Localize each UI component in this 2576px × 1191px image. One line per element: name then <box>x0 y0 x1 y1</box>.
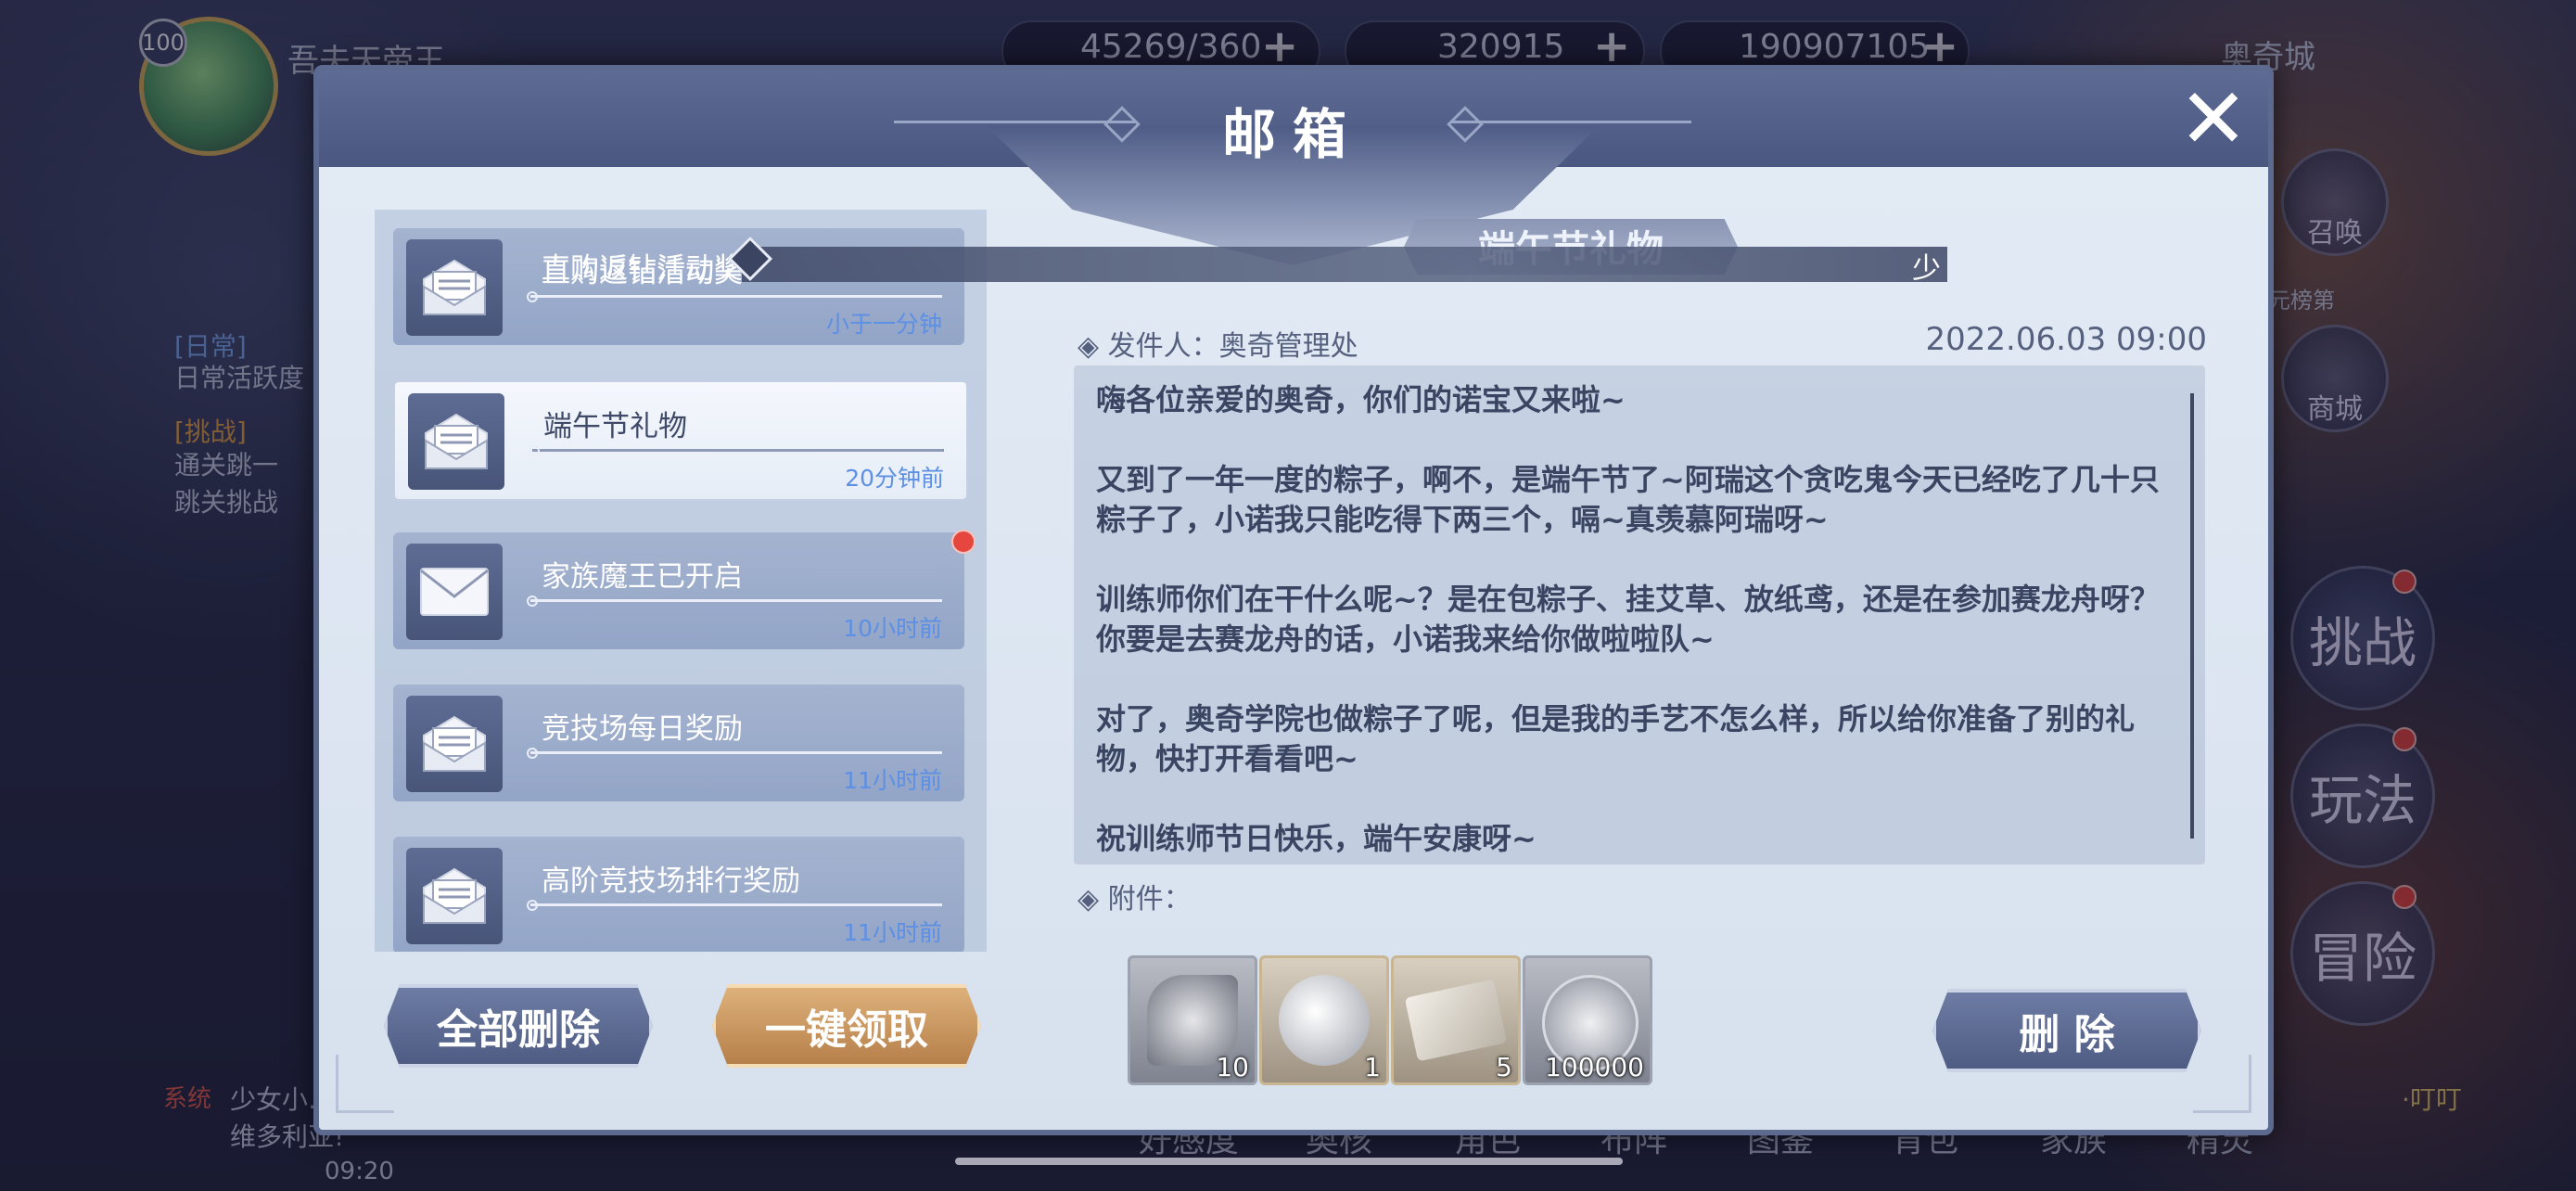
mail-divider <box>527 900 942 911</box>
mail-body-scrollbar[interactable] <box>2190 393 2194 839</box>
closed-envelope-icon <box>406 544 503 640</box>
ticket-icon <box>1404 979 1508 1062</box>
mail-title: 竞技场每日奖励 <box>542 712 743 746</box>
mail-title: 家族魔王已开启 <box>542 560 743 594</box>
mailbox-dialog: 邮箱 ✕ 直购返钻活动奖 小于一分钟 端午节礼物 20分钟前 家族魔王已开启 1… <box>313 65 2274 1135</box>
close-icon: ✕ <box>2178 70 2249 168</box>
open-envelope-icon <box>406 696 503 792</box>
mail-time: 11小时前 <box>843 919 942 946</box>
mail-divider <box>527 291 942 302</box>
mail-item-3[interactable]: 家族魔王已开启 10小时前 <box>393 532 964 649</box>
attachment-1[interactable]: 10 <box>1128 955 1257 1085</box>
corner-ornament <box>2193 1055 2251 1113</box>
delete-all-button[interactable]: 全部删除 <box>384 984 653 1068</box>
mail-item-2[interactable]: 端午节礼物 20分钟前 <box>393 380 968 501</box>
attachment-count: 100000 <box>1545 1052 1644 1082</box>
attachment-3[interactable]: 5 <box>1391 955 1521 1085</box>
mail-time: 10小时前 <box>843 615 942 642</box>
mail-list[interactable]: 直购返钻活动奖 小于一分钟 端午节礼物 20分钟前 家族魔王已开启 10小时前 <box>375 210 987 952</box>
title-ornament-right <box>1450 121 1691 123</box>
attachment-2[interactable]: 1 <box>1259 955 1389 1085</box>
open-envelope-icon <box>408 393 504 490</box>
claim-all-button[interactable]: 一键领取 <box>712 984 981 1068</box>
open-envelope-icon <box>406 239 503 336</box>
attachment-count: 5 <box>1496 1052 1512 1082</box>
mail-time: 20分钟前 <box>845 465 944 492</box>
mail-body-panel[interactable]: 嗨各位亲爱的奥奇，你们的诺宝又来啦~ 又到了一年一度的粽子，啊不，是端午节了~阿… <box>1074 365 2205 864</box>
attachment-4[interactable]: 100000 <box>1523 955 1652 1085</box>
attachments-label: ◈ 附件： <box>1078 883 1192 916</box>
mail-sender: ◈ 发件人：奥奇管理处 <box>1078 330 1358 363</box>
close-button[interactable]: ✕ <box>2172 78 2255 161</box>
mail-body-text: 嗨各位亲爱的奥奇，你们的诺宝又来啦~ 又到了一年一度的粽子，啊不，是端午节了~阿… <box>1096 382 2160 856</box>
title-ornament-left <box>894 121 1135 123</box>
attachment-count: 10 <box>1216 1052 1249 1082</box>
mail-divider <box>527 748 942 759</box>
marquee-tail: 少 <box>1912 252 1941 286</box>
corner-ornament <box>336 1055 394 1113</box>
spirit-pet-icon <box>1279 975 1370 1066</box>
marquee-text: 直购返钻活动奖 <box>542 252 743 286</box>
delete-button[interactable]: 删 除 <box>1932 989 2201 1072</box>
mail-title: 端午节礼物 <box>543 410 687 443</box>
mail-divider <box>527 596 942 607</box>
mail-item-5[interactable]: 高阶竞技场排行奖励 11小时前 <box>393 837 964 952</box>
dialog-title: 邮箱 <box>1221 103 1363 166</box>
mail-time: 11小时前 <box>843 767 942 794</box>
unread-red-dot <box>951 530 976 554</box>
open-envelope-icon <box>406 848 503 944</box>
mail-divider <box>529 445 944 456</box>
mail-date: 2022.06.03 09:00 <box>1925 321 2207 358</box>
marquee-bar <box>742 247 1947 282</box>
mail-time: 小于一分钟 <box>825 311 942 338</box>
mail-title: 高阶竞技场排行奖励 <box>542 864 800 898</box>
home-indicator[interactable] <box>955 1158 1623 1165</box>
mail-item-4[interactable]: 竞技场每日奖励 11小时前 <box>393 685 964 801</box>
attachment-count: 1 <box>1364 1052 1381 1082</box>
